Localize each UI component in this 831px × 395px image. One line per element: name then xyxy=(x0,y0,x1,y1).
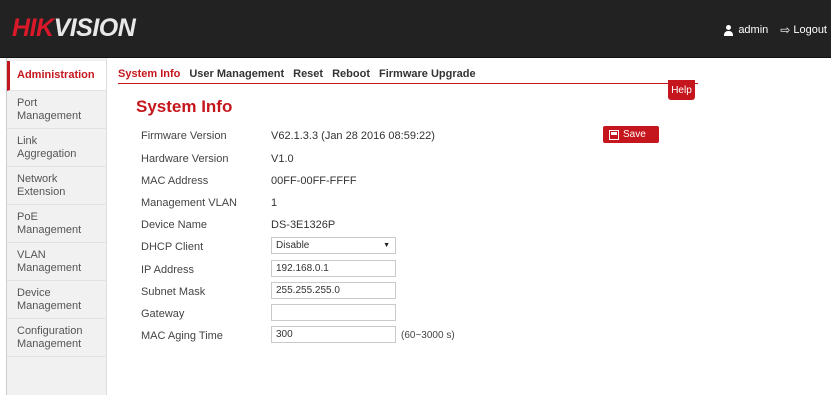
tab-system-info[interactable]: System Info xyxy=(118,68,180,83)
tab-firmware-upgrade[interactable]: Firmware Upgrade xyxy=(379,68,476,83)
page-title: System Info xyxy=(136,97,233,116)
ip-address-label: IP Address xyxy=(141,264,194,276)
gateway-label: Gateway xyxy=(141,308,185,320)
mac-aging-time-unit: (60~3000 s) xyxy=(401,330,455,341)
subnet-mask-input[interactable]: 255.255.255.0 xyxy=(271,282,396,299)
logout-link[interactable]: ⇨ Logout xyxy=(780,23,827,37)
management-vlan-label: Management VLAN xyxy=(141,197,237,209)
sidebar-item-link-aggregation[interactable]: Link Aggregation xyxy=(7,129,106,167)
sidebar-item-administration[interactable]: Administration xyxy=(7,61,106,91)
management-vlan-value: 1 xyxy=(271,197,278,209)
sidebar-item-vlan-management[interactable]: VLAN Management xyxy=(7,243,106,281)
sidebar-item-network-extension[interactable]: Network Extension xyxy=(7,167,106,205)
logout-label: Logout xyxy=(793,24,827,36)
firmware-version-label: Firmware Version xyxy=(141,130,227,142)
user-menu[interactable]: admin xyxy=(723,24,768,36)
save-button[interactable]: Save xyxy=(603,126,659,143)
tab-reset[interactable]: Reset xyxy=(293,68,323,83)
tab-bar: System Info User Management Reset Reboot… xyxy=(118,68,698,84)
hardware-version-label: Hardware Version xyxy=(141,153,229,165)
save-icon xyxy=(609,129,619,140)
tab-user-management[interactable]: User Management xyxy=(189,68,284,83)
sidebar-item-device-management[interactable]: Device Management xyxy=(7,281,106,319)
help-button[interactable]: Help xyxy=(668,80,695,100)
save-label: Save xyxy=(623,129,646,140)
dhcp-client-select[interactable]: Disable ▼ xyxy=(271,237,396,254)
subnet-mask-label: Subnet Mask xyxy=(141,286,206,298)
sidebar-nav: Administration Port Management Link Aggr… xyxy=(6,58,107,395)
mac-address-label: MAC Address xyxy=(141,175,209,187)
sidebar-item-port-management[interactable]: Port Management xyxy=(7,91,106,129)
user-icon xyxy=(723,24,734,36)
user-area: admin ⇨ Logout xyxy=(711,23,827,37)
dhcp-client-label: DHCP Client xyxy=(141,241,204,253)
sidebar-item-configuration-management[interactable]: Configuration Management xyxy=(7,319,106,357)
firmware-version-value: V62.1.3.3 (Jan 28 2016 08:59:22) xyxy=(271,130,435,142)
chevron-down-icon: ▼ xyxy=(383,242,390,249)
logout-icon: ⇨ xyxy=(780,23,791,37)
gateway-input[interactable] xyxy=(271,304,396,321)
top-header: HIKVISION admin ⇨ Logout xyxy=(0,0,831,58)
hardware-version-value: V1.0 xyxy=(271,153,294,165)
tab-reboot[interactable]: Reboot xyxy=(332,68,370,83)
mac-aging-time-input[interactable]: 300 xyxy=(271,326,396,343)
mac-aging-time-label: MAC Aging Time xyxy=(141,330,223,342)
hikvision-logo: HIKVISION xyxy=(12,14,136,42)
device-name-value: DS-3E1326P xyxy=(271,219,336,231)
sidebar-item-poe-management[interactable]: PoE Management xyxy=(7,205,106,243)
mac-address-value: 00FF-00FF-FFFF xyxy=(271,175,357,187)
username-label: admin xyxy=(738,24,769,36)
ip-address-input[interactable]: 192.168.0.1 xyxy=(271,260,396,277)
dhcp-client-selected: Disable xyxy=(276,240,310,251)
device-name-label: Device Name xyxy=(141,219,208,231)
